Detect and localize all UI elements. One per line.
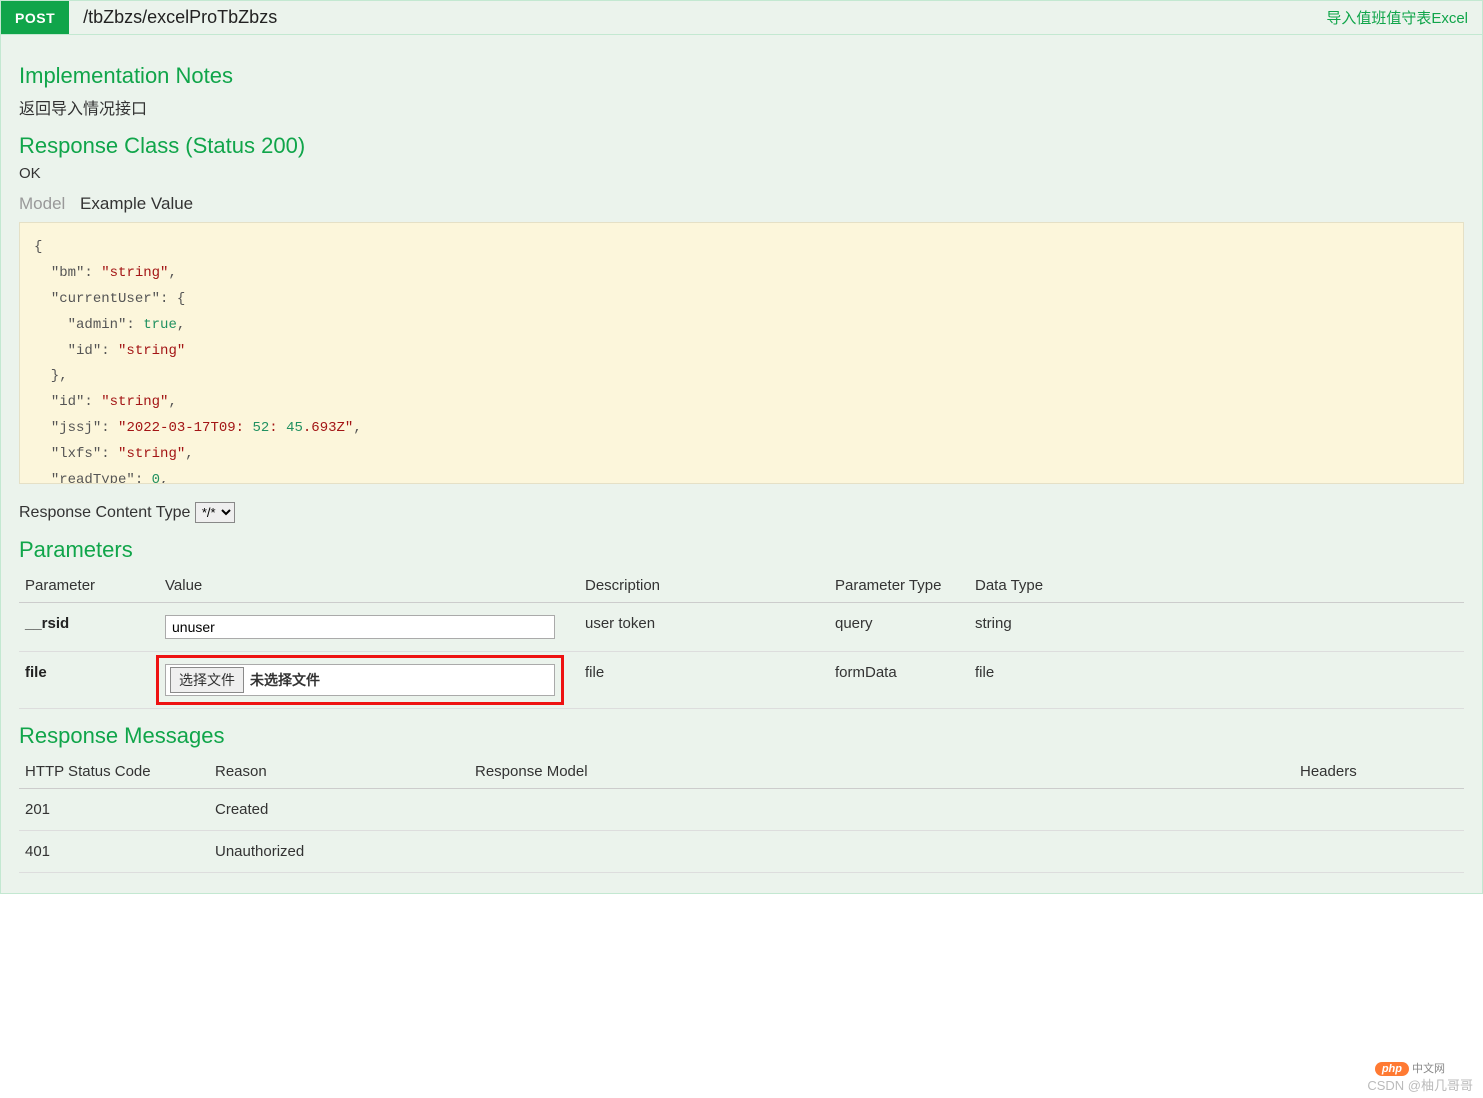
csdn-watermark: CSDN @柚几哥哥 (1367, 1075, 1473, 1094)
param-data-type: file (969, 652, 1464, 709)
resp-model (469, 831, 1294, 873)
response-content-type-row: Response Content Type */* (19, 502, 1464, 523)
operation-header[interactable]: POST /tbZbzs/excelProTbZbzs 导入值班值守表Excel (0, 0, 1483, 35)
table-row: 401Unauthorized (19, 831, 1464, 873)
param-value-cell: 选择文件未选择文件 (159, 652, 579, 709)
param-data-type: string (969, 603, 1464, 652)
response-content-type-select[interactable]: */* (195, 502, 235, 523)
operation-body: Implementation Notes 返回导入情况接口 Response C… (0, 35, 1483, 894)
response-messages-heading: Response Messages (19, 723, 1464, 749)
resp-code: 201 (19, 789, 209, 831)
param-name: file (19, 652, 159, 709)
cn-text: 中文网 (1412, 1063, 1445, 1075)
resp-col-reason: Reason (209, 755, 469, 789)
file-status-text: 未选择文件 (250, 670, 320, 690)
resp-col-headers: Headers (1294, 755, 1464, 789)
table-row: file选择文件未选择文件fileformDatafile (19, 652, 1464, 709)
table-row: 201Created (19, 789, 1464, 831)
response-class-status: OK (19, 165, 1464, 182)
implementation-notes-heading: Implementation Notes (19, 63, 1464, 89)
implementation-notes-text: 返回导入情况接口 (19, 95, 1464, 119)
choose-file-button[interactable]: 选择文件 (170, 667, 244, 693)
resp-model (469, 789, 1294, 831)
resp-headers (1294, 831, 1464, 873)
php-pill: php (1375, 1062, 1409, 1076)
param-text-input[interactable] (165, 615, 555, 639)
param-value-cell (159, 603, 579, 652)
resp-code: 401 (19, 831, 209, 873)
response-class-heading: Response Class (Status 200) (19, 133, 1464, 159)
param-type: formData (829, 652, 969, 709)
response-messages-table: HTTP Status Code Reason Response Model H… (19, 755, 1464, 873)
param-description: user token (579, 603, 829, 652)
http-method-badge: POST (1, 1, 69, 34)
param-col-dtype: Data Type (969, 569, 1464, 603)
tab-model[interactable]: Model (19, 194, 65, 214)
param-col-value: Value (159, 569, 579, 603)
resp-col-code: HTTP Status Code (19, 755, 209, 789)
param-col-desc: Description (579, 569, 829, 603)
resp-col-model: Response Model (469, 755, 1294, 789)
parameters-heading: Parameters (19, 537, 1464, 563)
response-content-type-label: Response Content Type (19, 504, 190, 521)
param-description: file (579, 652, 829, 709)
resp-headers (1294, 789, 1464, 831)
param-type: query (829, 603, 969, 652)
resp-reason: Unauthorized (209, 831, 469, 873)
param-col-name: Parameter (19, 569, 159, 603)
param-col-ptype: Parameter Type (829, 569, 969, 603)
schema-tabs: Model Example Value (19, 194, 1464, 214)
table-row: __rsid user tokenquerystring (19, 603, 1464, 652)
endpoint-summary: 导入值班值守表Excel (1312, 1, 1482, 34)
endpoint-path: /tbZbzs/excelProTbZbzs (69, 1, 1312, 34)
resp-reason: Created (209, 789, 469, 831)
example-value-box[interactable]: { "bm": "string", "currentUser": { "admi… (19, 222, 1464, 484)
tab-example-value[interactable]: Example Value (80, 194, 193, 214)
param-file-input[interactable]: 选择文件未选择文件 (165, 664, 555, 696)
parameters-table: Parameter Value Description Parameter Ty… (19, 569, 1464, 709)
php-cn-watermark: php中文网 (1375, 1060, 1445, 1076)
param-name: __rsid (19, 603, 159, 652)
